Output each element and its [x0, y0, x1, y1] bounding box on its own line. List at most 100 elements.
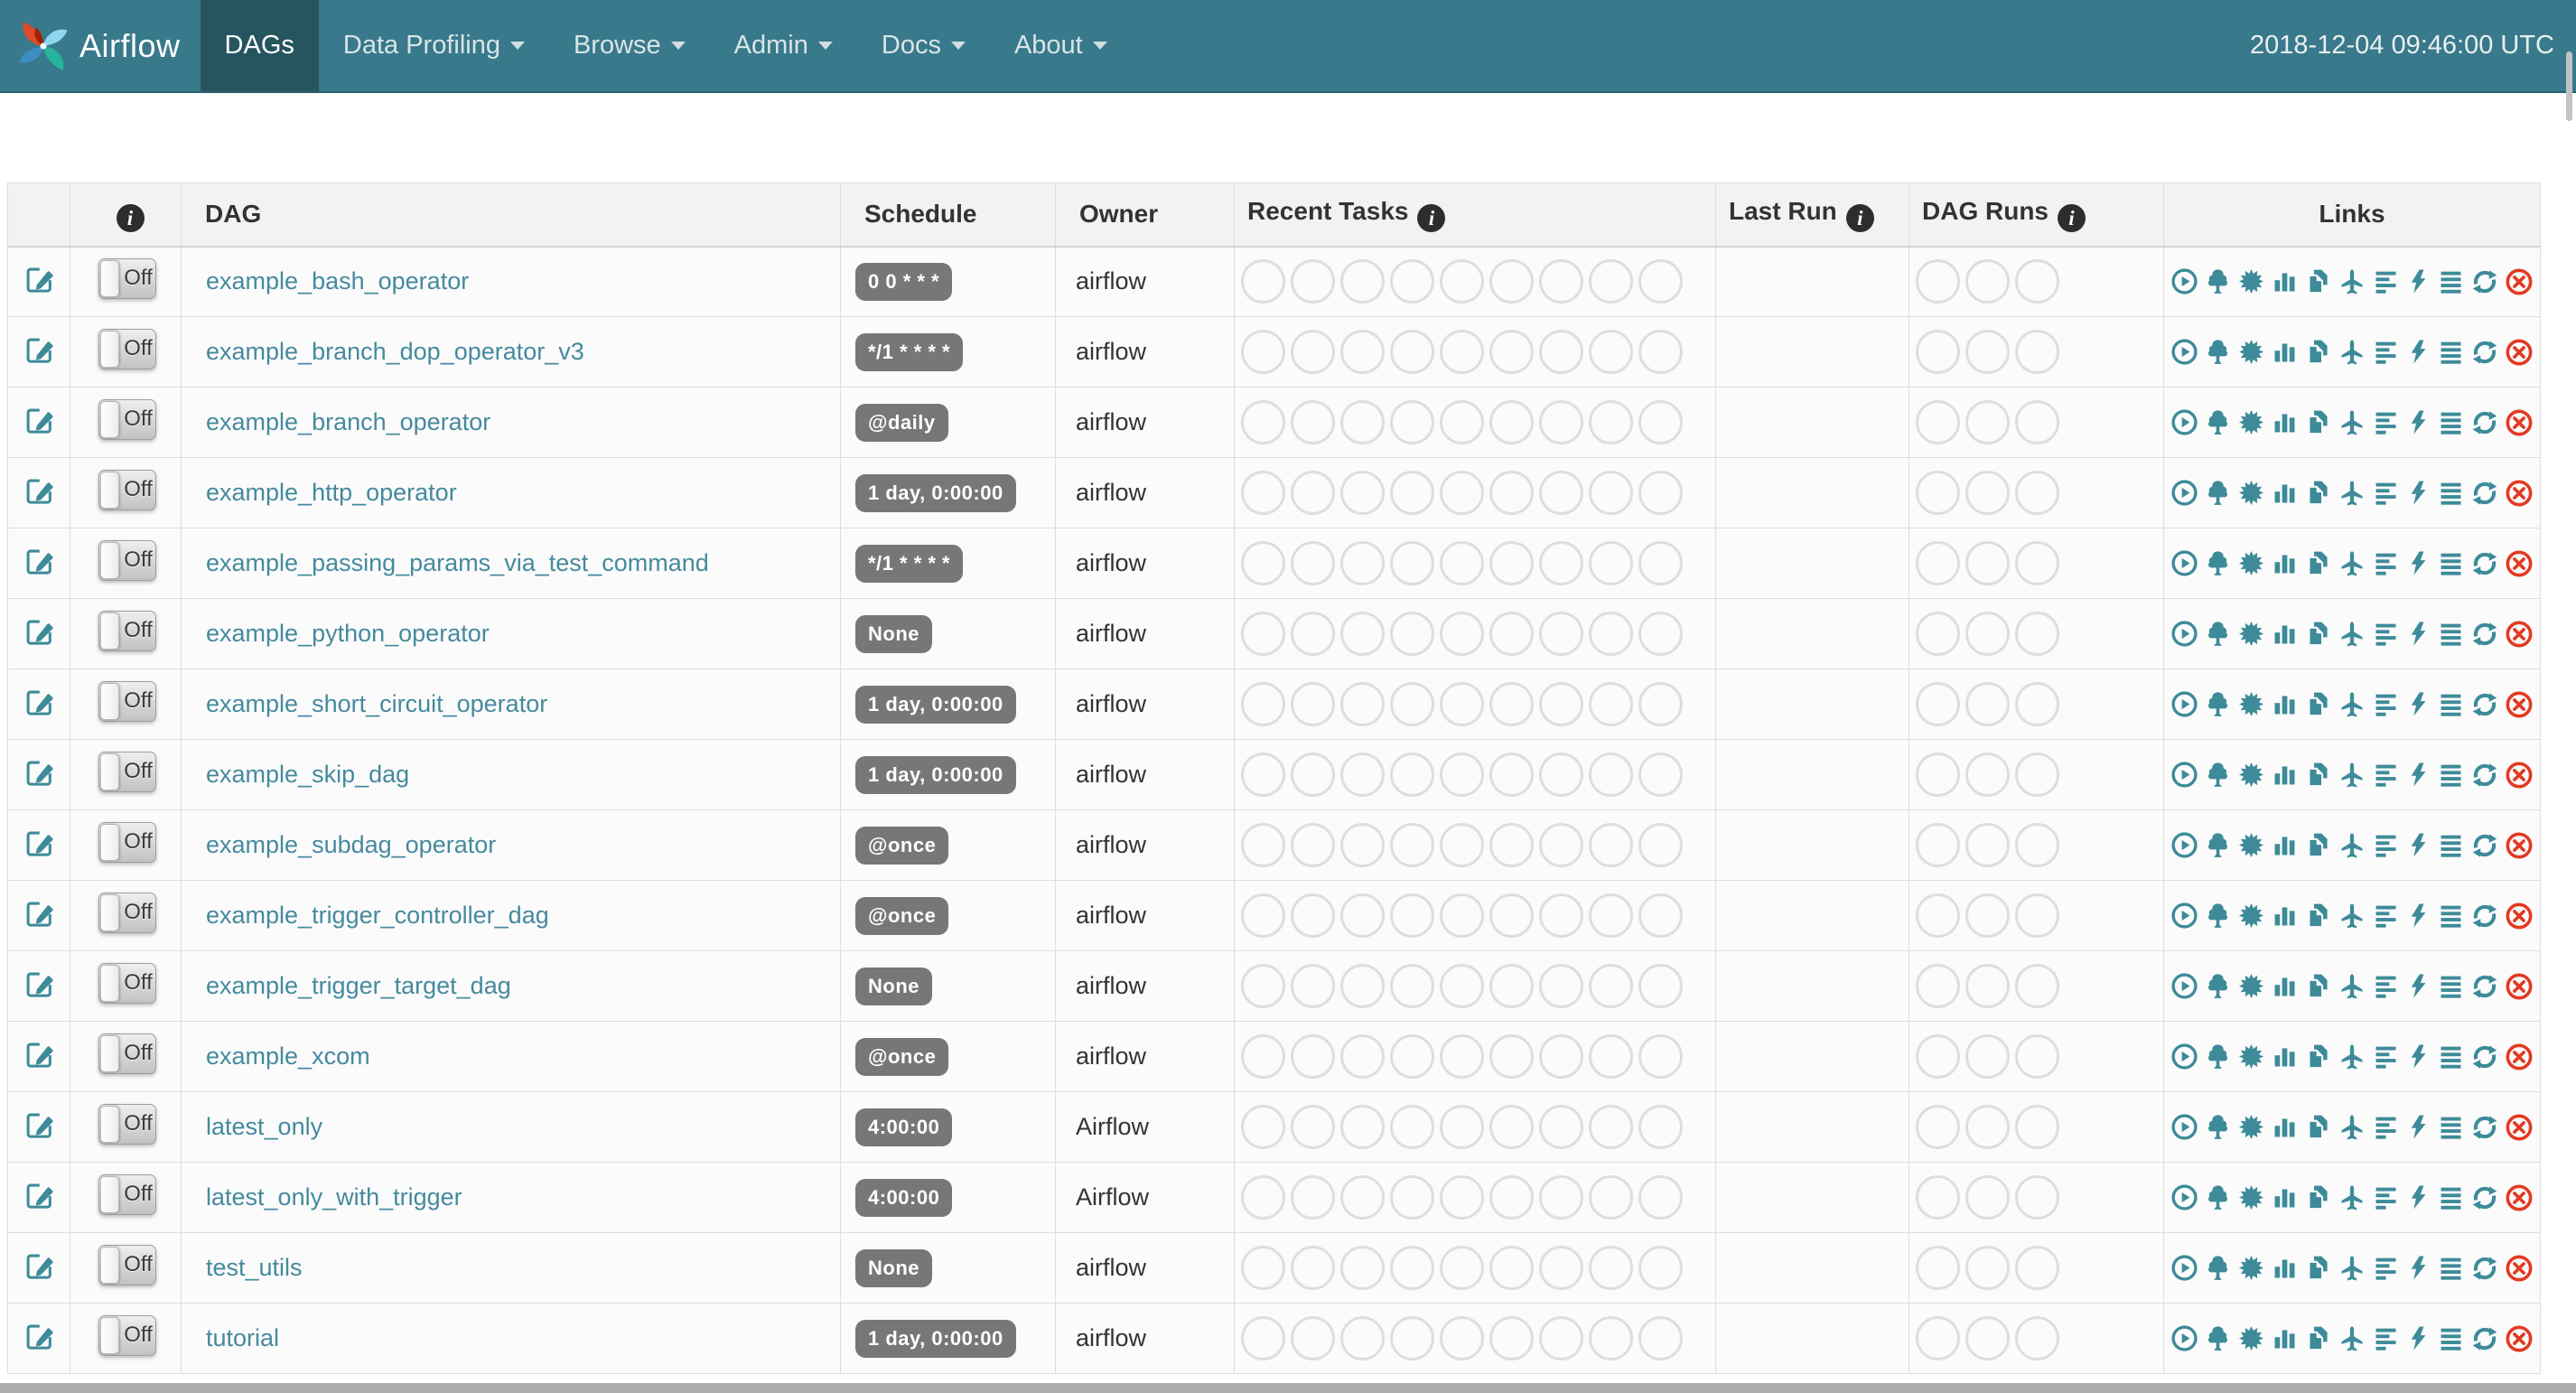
graph-view-button[interactable] — [2237, 620, 2265, 648]
task-status-circle[interactable] — [1539, 893, 1583, 938]
task-tries-button[interactable] — [2304, 902, 2332, 930]
task-status-circle[interactable] — [1291, 893, 1335, 938]
dag-run-circle[interactable] — [1965, 541, 2010, 585]
dag-run-circle[interactable] — [1965, 964, 2010, 1008]
task-status-circle[interactable] — [1241, 471, 1285, 515]
task-status-circle[interactable] — [1241, 1246, 1285, 1290]
task-status-circle[interactable] — [1291, 330, 1335, 374]
tree-view-button[interactable] — [2204, 831, 2232, 859]
task-status-circle[interactable] — [1489, 893, 1534, 938]
task-status-circle[interactable] — [1241, 964, 1285, 1008]
refresh-button[interactable] — [2470, 1042, 2499, 1071]
edit-dag-button[interactable] — [24, 968, 54, 998]
task-status-circle[interactable] — [1340, 823, 1385, 867]
task-status-circle[interactable] — [1241, 330, 1285, 374]
trigger-dag-button[interactable] — [2170, 549, 2198, 577]
edit-dag-button[interactable] — [24, 1250, 54, 1280]
logs-button[interactable] — [2437, 1324, 2465, 1352]
trigger-dag-button[interactable] — [2170, 338, 2198, 366]
dag-pause-toggle[interactable]: Off — [98, 893, 156, 933]
dag-run-circle[interactable] — [1916, 330, 1960, 374]
trigger-dag-button[interactable] — [2170, 761, 2198, 789]
header-dag[interactable]: DAG — [182, 183, 841, 247]
task-status-circle[interactable] — [1390, 330, 1434, 374]
dag-run-circle[interactable] — [2015, 682, 2059, 726]
trigger-dag-button[interactable] — [2170, 1113, 2198, 1141]
nav-item-docs[interactable]: Docs — [857, 0, 990, 91]
task-status-circle[interactable] — [1489, 1034, 1534, 1079]
task-status-circle[interactable] — [1340, 1105, 1385, 1149]
dag-run-circle[interactable] — [1916, 471, 1960, 515]
task-status-circle[interactable] — [1539, 1316, 1583, 1360]
delete-dag-button[interactable] — [2505, 690, 2534, 719]
nav-item-data-profiling[interactable]: Data Profiling — [319, 0, 549, 91]
gantt-view-button[interactable] — [2372, 761, 2400, 789]
task-status-circle[interactable] — [1291, 541, 1335, 585]
dag-link[interactable]: example_http_operator — [206, 479, 457, 506]
nav-item-browse[interactable]: Browse — [549, 0, 710, 91]
code-view-button[interactable] — [2405, 479, 2431, 507]
schedule-badge[interactable]: 0 0 * * * — [855, 263, 952, 301]
dag-pause-toggle[interactable]: Off — [98, 1315, 156, 1356]
trigger-dag-button[interactable] — [2170, 1324, 2198, 1352]
task-status-circle[interactable] — [1291, 1246, 1335, 1290]
graph-view-button[interactable] — [2237, 1324, 2265, 1352]
edit-dag-button[interactable] — [24, 687, 54, 716]
task-status-circle[interactable] — [1390, 964, 1434, 1008]
refresh-button[interactable] — [2470, 972, 2499, 1001]
horizontal-scrollbar[interactable] — [0, 1383, 2576, 1393]
task-status-circle[interactable] — [1539, 471, 1583, 515]
logs-button[interactable] — [2437, 1183, 2465, 1211]
task-status-circle[interactable] — [1291, 400, 1335, 444]
gantt-view-button[interactable] — [2372, 620, 2400, 648]
task-tries-button[interactable] — [2304, 549, 2332, 577]
task-status-circle[interactable] — [1539, 1175, 1583, 1220]
tasks-duration-button[interactable] — [2271, 831, 2299, 859]
task-tries-button[interactable] — [2304, 338, 2332, 366]
refresh-button[interactable] — [2470, 620, 2499, 649]
trigger-dag-button[interactable] — [2170, 1254, 2198, 1282]
task-status-circle[interactable] — [1340, 541, 1385, 585]
schedule-badge[interactable]: */1 * * * * — [855, 545, 963, 583]
code-view-button[interactable] — [2405, 267, 2431, 295]
task-status-circle[interactable] — [1390, 1246, 1434, 1290]
task-status-circle[interactable] — [1390, 823, 1434, 867]
task-tries-button[interactable] — [2304, 1042, 2332, 1070]
dag-link[interactable]: latest_only — [206, 1113, 322, 1140]
tree-view-button[interactable] — [2204, 479, 2232, 507]
task-status-circle[interactable] — [1390, 753, 1434, 797]
edit-dag-button[interactable] — [24, 616, 54, 646]
task-status-circle[interactable] — [1291, 612, 1335, 656]
dag-pause-toggle[interactable]: Off — [98, 752, 156, 792]
refresh-button[interactable] — [2470, 479, 2499, 508]
task-status-circle[interactable] — [1489, 753, 1534, 797]
task-tries-button[interactable] — [2304, 690, 2332, 718]
tree-view-button[interactable] — [2204, 902, 2232, 930]
landing-times-button[interactable] — [2338, 338, 2366, 367]
task-status-circle[interactable] — [1489, 1105, 1534, 1149]
task-status-circle[interactable] — [1589, 400, 1633, 444]
tasks-duration-button[interactable] — [2271, 267, 2299, 295]
task-status-circle[interactable] — [1489, 541, 1534, 585]
task-status-circle[interactable] — [1340, 1034, 1385, 1079]
dag-run-circle[interactable] — [2015, 1246, 2059, 1290]
task-status-circle[interactable] — [1440, 682, 1484, 726]
dag-run-circle[interactable] — [2015, 1175, 2059, 1220]
task-status-circle[interactable] — [1489, 259, 1534, 304]
task-status-circle[interactable] — [1390, 259, 1434, 304]
logs-button[interactable] — [2437, 408, 2465, 436]
tasks-duration-button[interactable] — [2271, 1042, 2299, 1070]
landing-times-button[interactable] — [2338, 620, 2366, 649]
trigger-dag-button[interactable] — [2170, 479, 2198, 507]
dag-pause-toggle[interactable]: Off — [98, 611, 156, 651]
landing-times-button[interactable] — [2338, 408, 2366, 437]
dag-link[interactable]: example_trigger_target_dag — [206, 972, 511, 999]
task-status-circle[interactable] — [1241, 823, 1285, 867]
refresh-button[interactable] — [2470, 761, 2499, 790]
dag-pause-toggle[interactable]: Off — [98, 329, 156, 369]
graph-view-button[interactable] — [2237, 1042, 2265, 1070]
task-status-circle[interactable] — [1638, 400, 1683, 444]
dag-link[interactable]: example_trigger_controller_dag — [206, 902, 549, 929]
task-status-circle[interactable] — [1440, 1316, 1484, 1360]
airflow-brand[interactable]: Airflow — [0, 0, 201, 91]
